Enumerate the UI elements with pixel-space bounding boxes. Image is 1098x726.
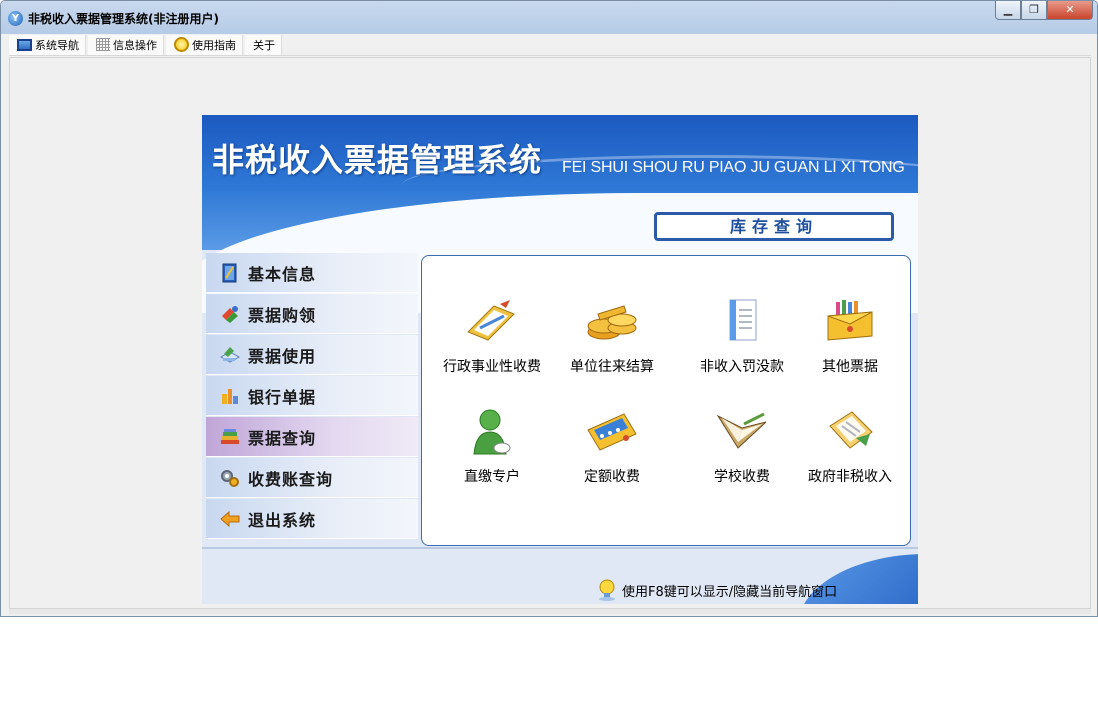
status-bar bbox=[9, 609, 1091, 614]
grid-item-label: 非收入罚没款 bbox=[700, 359, 784, 375]
sidebar-item-label: 票据购领 bbox=[248, 305, 317, 325]
app-logo-icon[interactable]: Y bbox=[8, 11, 23, 26]
window-title: 非税收入票据管理系统(非注册用户) bbox=[28, 12, 219, 26]
grid-item-direct-account[interactable]: 直缴专户 bbox=[432, 408, 552, 498]
hint-text: 使用F8键可以显示/隐藏当前导航窗口 bbox=[598, 579, 837, 601]
grid-item-label: 政府非税收入 bbox=[808, 469, 892, 485]
menu-about[interactable]: 关于 bbox=[245, 34, 282, 55]
menu-info-operations[interactable]: 信息操作 bbox=[88, 34, 164, 55]
lightbulb-icon bbox=[599, 579, 615, 601]
book-icon bbox=[222, 263, 237, 282]
ledger-icon bbox=[829, 411, 873, 449]
sidebar-item-ticket-query[interactable]: 票据查询 bbox=[206, 417, 418, 457]
papers-icon bbox=[220, 346, 240, 363]
grid-item-other-tickets[interactable]: 其他票据 bbox=[790, 298, 910, 388]
menu-user-guide[interactable]: 使用指南 bbox=[166, 34, 243, 55]
navigation-icon bbox=[17, 38, 32, 51]
sidebar-item-label: 基本信息 bbox=[248, 264, 317, 284]
section-title: 库存查询 bbox=[654, 212, 894, 241]
hint-label: 使用F8键可以显示/隐藏当前导航窗口 bbox=[622, 584, 838, 600]
pencil-icon bbox=[222, 305, 238, 323]
sidebar-item-label: 收费账查询 bbox=[248, 469, 334, 489]
sidebar-item-ticket-purchase[interactable]: 票据购领 bbox=[206, 294, 418, 334]
grid-item-school-fees[interactable]: 学校收费 bbox=[682, 408, 802, 498]
sidebar-item-label: 银行单据 bbox=[248, 387, 317, 407]
grid-item-admin-fees[interactable]: 行政事业性收费 bbox=[432, 298, 552, 388]
content-area: 行政事业性收费 单位往来结算 非收入罚没款 其他票据 直缴专户 定额收费 学校收… bbox=[421, 255, 911, 546]
grid-icon bbox=[96, 38, 110, 51]
grid-item-label: 单位往来结算 bbox=[570, 359, 654, 375]
notepad-icon bbox=[467, 300, 515, 341]
menu-system-navigation[interactable]: 系统导航 bbox=[9, 34, 86, 55]
menu-label: 信息操作 bbox=[113, 38, 157, 52]
sidebar-item-bank-receipts[interactable]: 银行单据 bbox=[206, 376, 418, 416]
exit-arrow-icon bbox=[220, 510, 240, 527]
divider bbox=[202, 547, 918, 549]
menu-bar: 系统导航 信息操作 使用指南 关于 bbox=[9, 34, 1091, 56]
sidebar-item-ticket-usage[interactable]: 票据使用 bbox=[206, 335, 418, 375]
navigation-panel: 非税收入票据管理系统 FEI SHUI SHOU RU PIAO JU GUAN… bbox=[202, 115, 918, 604]
grid-item-gov-non-tax-revenue[interactable]: 政府非税收入 bbox=[790, 408, 910, 498]
sidebar-item-fee-account-query[interactable]: 收费账查询 bbox=[206, 458, 418, 498]
title-bar[interactable]: Y 非税收入票据管理系统(非注册用户) ▁ ❐ ✕ bbox=[1, 1, 1097, 34]
document-icon bbox=[729, 299, 757, 341]
help-icon bbox=[174, 37, 189, 52]
coins-icon bbox=[587, 305, 637, 340]
gears-icon bbox=[221, 469, 239, 487]
banner-title: 非税收入票据管理系统 bbox=[212, 141, 543, 179]
user-icon bbox=[473, 409, 511, 455]
menu-label: 系统导航 bbox=[35, 38, 79, 52]
menu-label: 使用指南 bbox=[192, 38, 236, 52]
folder-box-icon bbox=[827, 300, 873, 341]
close-button[interactable]: ✕ bbox=[1047, 1, 1093, 20]
grid-item-label: 直缴专户 bbox=[464, 469, 520, 485]
minimize-button[interactable]: ▁ bbox=[995, 1, 1021, 20]
menu-label: 关于 bbox=[253, 38, 275, 52]
banner-subtitle: FEI SHUI SHOU RU PIAO JU GUAN LI XI TONG bbox=[562, 159, 905, 176]
restore-button[interactable]: ❐ bbox=[1021, 1, 1047, 20]
open-book-icon bbox=[716, 412, 767, 449]
grid-item-label: 学校收费 bbox=[714, 469, 770, 485]
window-controls: ▁ ❐ ✕ bbox=[995, 1, 1093, 21]
bank-icon bbox=[222, 388, 238, 404]
grid-item-unit-settlement[interactable]: 单位往来结算 bbox=[552, 298, 672, 388]
grid-item-label: 其他票据 bbox=[822, 359, 878, 375]
sidebar-item-label: 退出系统 bbox=[248, 510, 317, 530]
sidebar-item-label: 票据查询 bbox=[248, 428, 317, 448]
sidebar-item-label: 票据使用 bbox=[248, 346, 317, 366]
books-icon bbox=[221, 428, 239, 444]
sidebar-item-exit-system[interactable]: 退出系统 bbox=[206, 499, 418, 539]
grid-item-label: 行政事业性收费 bbox=[443, 359, 541, 375]
calculator-icon bbox=[587, 413, 637, 451]
grid-item-label: 定额收费 bbox=[584, 469, 640, 485]
sidebar-item-basic-info[interactable]: 基本信息 bbox=[206, 253, 418, 293]
grid-item-fines-confiscations[interactable]: 非收入罚没款 bbox=[682, 298, 802, 388]
grid-item-fixed-fees[interactable]: 定额收费 bbox=[552, 408, 672, 498]
sidebar: 基本信息 票据购领 票据使用 银行单据 票据查询 收费账查询 退出系统 bbox=[206, 253, 418, 545]
